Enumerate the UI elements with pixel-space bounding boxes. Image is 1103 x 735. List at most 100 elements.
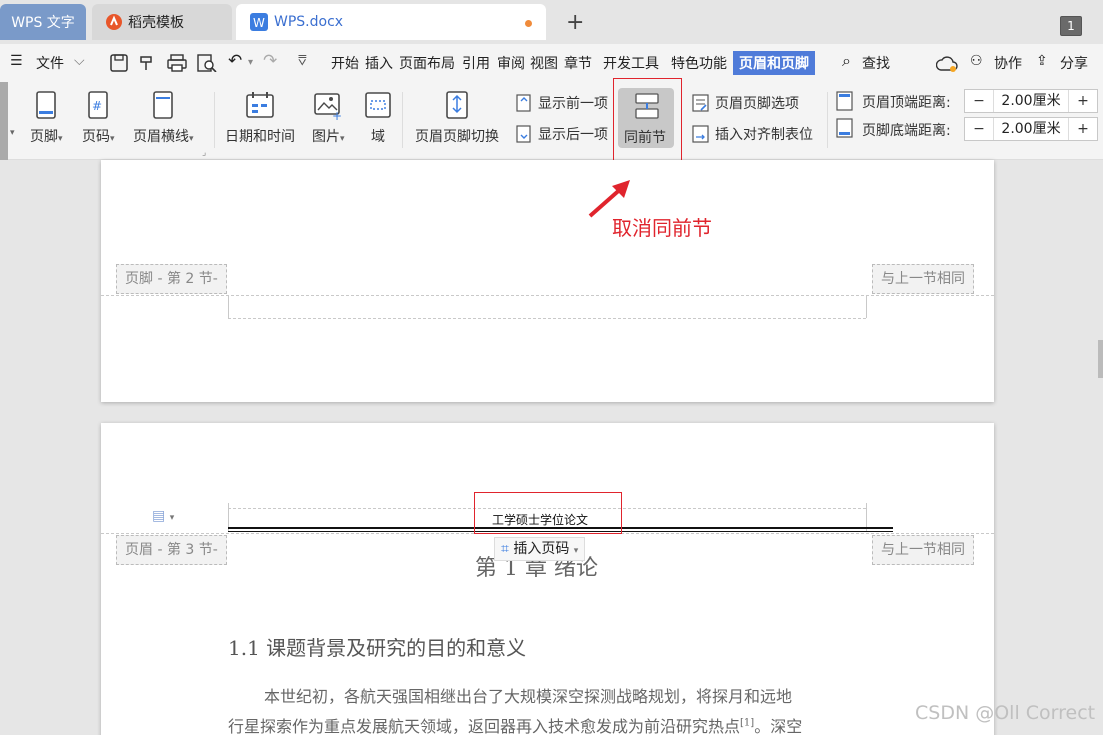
menu-page-layout[interactable]: 页面布局: [399, 53, 455, 73]
header-top-distance-icon: [836, 91, 853, 111]
margin-guide: [866, 296, 867, 318]
dialog-launcher-icon[interactable]: ⌟: [202, 148, 206, 158]
margin-guide: [228, 296, 229, 318]
unsaved-dot-icon: [525, 20, 532, 27]
decrease-button[interactable]: −: [965, 93, 993, 109]
increase-button[interactable]: +: [1069, 93, 1097, 109]
body-paragraph-line: 行星探索作为重点发展航天领域，返回器再入技术愈发成为前沿研究热点[1]。深空: [228, 713, 868, 735]
share-icon[interactable]: ⇪: [1036, 53, 1048, 69]
insert-tab-stop-button[interactable]: 插入对齐制表位: [692, 124, 813, 144]
undo-dropdown-icon[interactable]: ▾: [248, 57, 253, 68]
docer-icon: [106, 14, 122, 30]
search-icon[interactable]: ⌕: [842, 51, 851, 71]
footer-bottom-distance-label: 页脚底端距离:: [862, 123, 951, 139]
header-footer-switch-label: 页眉页脚切换: [415, 129, 499, 145]
show-next-button[interactable]: 显示后一项: [516, 124, 608, 144]
page-number-icon: #: [88, 91, 109, 119]
increase-button[interactable]: +: [1069, 121, 1097, 137]
show-previous-button[interactable]: 显示前一项: [516, 93, 608, 113]
hamburger-menu-icon[interactable]: ☰: [10, 53, 23, 69]
ribbon-divider: [402, 92, 403, 148]
menu-file[interactable]: 文件: [36, 53, 64, 73]
picture-icon: +: [314, 93, 342, 120]
menu-header-footer[interactable]: 页眉和页脚: [733, 51, 815, 75]
header-line-label: 页眉横线: [133, 129, 189, 145]
tab-template[interactable]: 稻壳模板: [92, 4, 232, 40]
ribbon-scroll-left-icon[interactable]: ▾: [10, 128, 15, 138]
date-time-label: 日期和时间: [225, 129, 295, 145]
watermark: CSDN @Oll Correct: [915, 702, 1096, 724]
word-doc-icon: W: [250, 13, 268, 31]
show-previous-label: 显示前一项: [538, 96, 608, 112]
header-line-icon: [153, 91, 174, 119]
menu-review[interactable]: 审阅: [497, 53, 525, 73]
footer-bottom-distance-icon: [836, 118, 853, 138]
footer-bottom-distance-spinner[interactable]: − 2.00厘米 +: [964, 117, 1098, 141]
header-footer-options-button[interactable]: 页眉页脚选项: [692, 93, 799, 113]
header-section-tag: 页眉 - 第 3 节-: [116, 535, 227, 565]
insert-page-number-label: 插入页码: [513, 541, 570, 557]
body-text: 。深空: [754, 717, 803, 735]
footer-button[interactable]: 页脚▾: [30, 90, 63, 146]
add-tab-button[interactable]: +: [566, 10, 584, 35]
page-number-small-icon: ⌗: [501, 541, 509, 557]
decrease-button[interactable]: −: [965, 121, 993, 137]
vertical-scrollbar[interactable]: [1098, 340, 1103, 378]
section-heading: 1.1 课题背景及研究的目的和意义: [228, 636, 527, 660]
menu-insert[interactable]: 插入: [365, 53, 393, 73]
svg-text:+: +: [332, 109, 342, 120]
date-time-button[interactable]: 日期和时间: [225, 90, 295, 146]
page-number-button[interactable]: # 页码▾: [82, 90, 115, 146]
footer-bottom-distance-input[interactable]: 2.00厘米: [993, 118, 1069, 140]
menu-collaborate[interactable]: 协作: [994, 53, 1022, 73]
footer-boundary-line: [101, 295, 994, 296]
switch-icon: [446, 91, 468, 119]
same-as-previous-tag: 与上一节相同: [872, 264, 974, 294]
picture-button[interactable]: + 图片▾: [312, 90, 345, 146]
menu-references[interactable]: 引用: [462, 53, 490, 73]
paragraph-layout-icon[interactable]: ▤ ▾: [152, 508, 174, 524]
header-line-button[interactable]: 页眉横线▾: [133, 90, 194, 146]
menu-share[interactable]: 分享: [1060, 53, 1088, 73]
field-button[interactable]: 域: [363, 90, 393, 146]
customize-toolbar-icon[interactable]: ⩢: [298, 53, 307, 69]
citation-ref: [1]: [740, 717, 755, 729]
body-paragraph-line: 本世纪初，各航天强国相继出台了大规模深空探测战略规划，将探月和远地: [264, 687, 793, 706]
footer-label: 页脚: [30, 129, 58, 145]
redo-icon[interactable]: ↷: [263, 51, 277, 71]
insert-tab-stop-label: 插入对齐制表位: [715, 127, 813, 143]
cloud-sync-icon[interactable]: [936, 55, 958, 73]
show-previous-icon: [516, 94, 531, 112]
picture-label: 图片: [312, 129, 340, 145]
calendar-icon: [246, 92, 274, 118]
header-top-distance-spinner[interactable]: − 2.00厘米 +: [964, 89, 1098, 113]
menu-view[interactable]: 视图: [530, 53, 558, 73]
menu-special-features[interactable]: 特色功能: [671, 53, 727, 73]
annotation-text: 取消同前节: [612, 216, 712, 240]
menu-home[interactable]: 开始: [331, 53, 359, 73]
header-footer-options-label: 页眉页脚选项: [715, 96, 799, 112]
window-count-badge[interactable]: 1: [1060, 16, 1082, 36]
header-top-distance-input[interactable]: 2.00厘米: [993, 90, 1069, 112]
menu-search[interactable]: 查找: [862, 53, 890, 73]
undo-icon[interactable]: ↶: [228, 51, 242, 71]
menu-chapter[interactable]: 章节: [564, 53, 592, 73]
save-icon[interactable]: [110, 54, 128, 72]
format-painter-icon[interactable]: [138, 54, 156, 72]
page-number-label: 页码: [82, 129, 110, 145]
ribbon-divider: [214, 92, 215, 148]
collaborate-icon[interactable]: ⚇: [970, 53, 983, 69]
insert-page-number-button[interactable]: ⌗ 插入页码 ▾: [494, 537, 586, 561]
field-icon: [365, 92, 391, 118]
tab-wps-writer[interactable]: WPS 文字: [0, 4, 86, 40]
chevron-down-icon[interactable]: ⌵: [74, 53, 85, 69]
header-footer-switch-button[interactable]: 页眉页脚切换: [415, 90, 499, 146]
print-preview-icon[interactable]: [197, 54, 217, 72]
show-next-label: 显示后一项: [538, 127, 608, 143]
footer-section-tag: 页脚 - 第 2 节-: [116, 264, 227, 294]
print-icon[interactable]: [167, 54, 187, 72]
tab-document[interactable]: W WPS.docx: [236, 4, 546, 40]
menu-developer[interactable]: 开发工具: [603, 53, 659, 73]
show-next-icon: [516, 125, 531, 143]
svg-text:W: W: [253, 16, 265, 30]
